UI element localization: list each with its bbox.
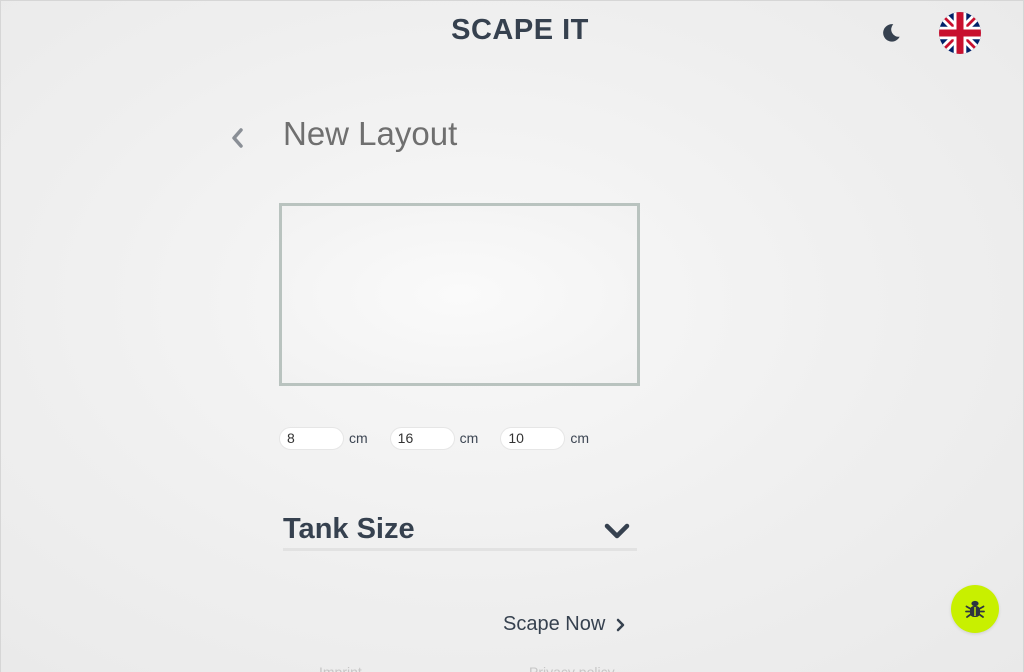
- dimension-3-unit: cm: [570, 430, 590, 446]
- dimension-1-unit: cm: [349, 430, 368, 446]
- tank-dimensions: cm cm cm: [279, 426, 611, 450]
- language-selector[interactable]: [939, 12, 981, 54]
- bug-report-button[interactable]: [951, 585, 999, 633]
- tank-layout-preview[interactable]: [279, 203, 640, 386]
- dimension-3-input[interactable]: [500, 426, 566, 450]
- tank-size-accordion[interactable]: Tank Size: [283, 511, 637, 551]
- back-button[interactable]: [224, 124, 250, 152]
- scape-now-button[interactable]: Scape Now: [503, 613, 625, 636]
- moon-icon: [883, 24, 900, 42]
- app-title[interactable]: SCAPE IT: [0, 14, 1024, 47]
- scape-now-label: Scape Now: [503, 613, 606, 635]
- dimension-1: cm: [279, 426, 368, 450]
- chevron-right-icon: [617, 618, 625, 631]
- bug-icon: [965, 600, 985, 618]
- chevron-down-icon: [604, 523, 630, 539]
- page-title: New Layout: [283, 115, 458, 152]
- privacy-policy-link[interactable]: Privacy policy: [529, 664, 615, 672]
- dimension-2-input[interactable]: [389, 426, 455, 450]
- dimension-3: cm: [500, 426, 590, 450]
- chevron-left-icon: [232, 128, 243, 148]
- accordion-label: Tank Size: [283, 513, 415, 545]
- imprint-link[interactable]: Imprint: [319, 664, 362, 672]
- dimension-1-input[interactable]: [279, 426, 344, 450]
- dimension-2: cm: [389, 426, 479, 450]
- uk-flag-icon: [939, 12, 981, 54]
- theme-toggle-button[interactable]: [877, 19, 905, 47]
- dimension-2-unit: cm: [459, 430, 479, 446]
